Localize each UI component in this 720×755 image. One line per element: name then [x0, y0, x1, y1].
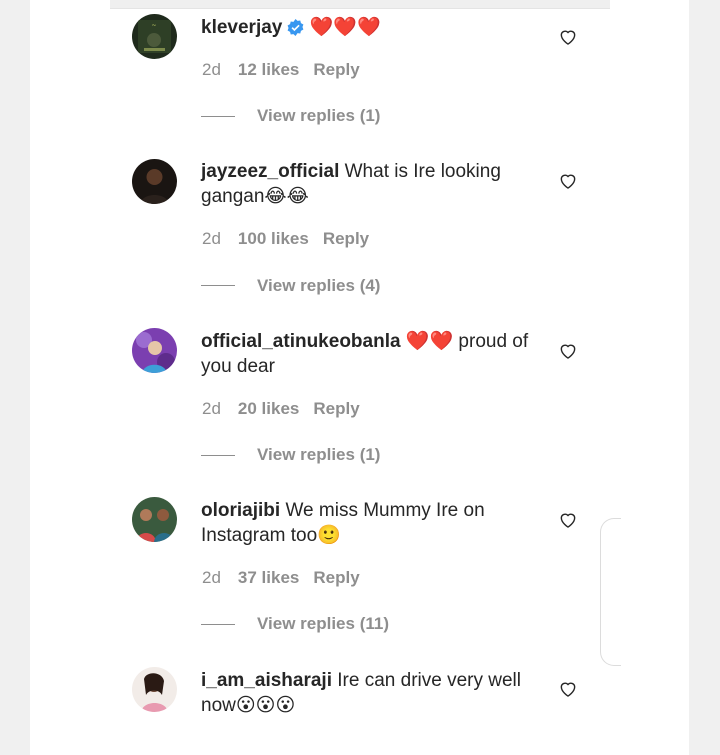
- replies-divider: [201, 285, 235, 286]
- view-replies-button[interactable]: View replies (4): [257, 276, 380, 296]
- comment-time: 2d: [202, 229, 221, 248]
- avatar[interactable]: [132, 159, 177, 204]
- comment-username[interactable]: kleverjay: [201, 17, 282, 38]
- reply-button[interactable]: Reply: [313, 60, 359, 79]
- comment-text: kleverjay ❤️❤️❤️: [201, 15, 536, 43]
- heart-outline-icon[interactable]: [558, 27, 578, 47]
- comment-username[interactable]: official_atinukeobanla: [201, 331, 401, 352]
- comment-likes[interactable]: 20 likes: [238, 399, 299, 418]
- comment-username[interactable]: oloriajibi: [201, 500, 280, 521]
- comment-time: 2d: [202, 399, 221, 418]
- verified-badge-icon: [287, 18, 304, 43]
- comment-text: official_atinukeobanla ❤️❤️ proud of you…: [201, 329, 536, 379]
- comment-meta: 2d 12 likes Reply: [201, 60, 374, 80]
- avatar[interactable]: [132, 328, 177, 373]
- svg-text:~: ~: [151, 22, 156, 29]
- view-replies-button[interactable]: View replies (1): [257, 445, 380, 465]
- comment-text: oloriajibi We miss Mummy Ire on Instagra…: [201, 498, 536, 548]
- comment-likes[interactable]: 37 likes: [238, 568, 299, 587]
- comment-meta: 2d 100 likes Reply: [201, 229, 383, 249]
- view-replies-button[interactable]: View replies (1): [257, 106, 380, 126]
- heart-outline-icon[interactable]: [558, 679, 578, 699]
- comment-text: i_am_aisharaji Ire can drive very well n…: [201, 668, 536, 718]
- comment-likes[interactable]: 12 likes: [238, 60, 299, 79]
- side-overlay-edge: [600, 518, 621, 666]
- replies-divider: [201, 455, 235, 456]
- avatar[interactable]: [132, 667, 177, 712]
- replies-divider: [201, 116, 235, 117]
- heart-outline-icon[interactable]: [558, 510, 578, 530]
- heart-outline-icon[interactable]: [558, 341, 578, 361]
- avatar[interactable]: [132, 497, 177, 542]
- comment-body: ❤️❤️❤️: [309, 17, 381, 38]
- comment-meta: 2d 20 likes Reply: [201, 399, 374, 419]
- avatar[interactable]: ~: [132, 14, 177, 59]
- comment-meta: 2d 37 likes Reply: [201, 568, 374, 588]
- reply-button[interactable]: Reply: [323, 229, 369, 248]
- comment-likes[interactable]: 100 likes: [238, 229, 309, 248]
- top-divider: [110, 0, 610, 9]
- comment-time: 2d: [202, 568, 221, 587]
- reply-button[interactable]: Reply: [313, 568, 359, 587]
- comment-text: jayzeez_official What is Ire looking gan…: [201, 159, 536, 209]
- comment-username[interactable]: jayzeez_official: [201, 161, 339, 182]
- comment-username[interactable]: i_am_aisharaji: [201, 670, 332, 691]
- comment-time: 2d: [202, 60, 221, 79]
- reply-button[interactable]: Reply: [313, 399, 359, 418]
- replies-divider: [201, 624, 235, 625]
- heart-outline-icon[interactable]: [558, 171, 578, 191]
- view-replies-button[interactable]: View replies (11): [257, 614, 389, 634]
